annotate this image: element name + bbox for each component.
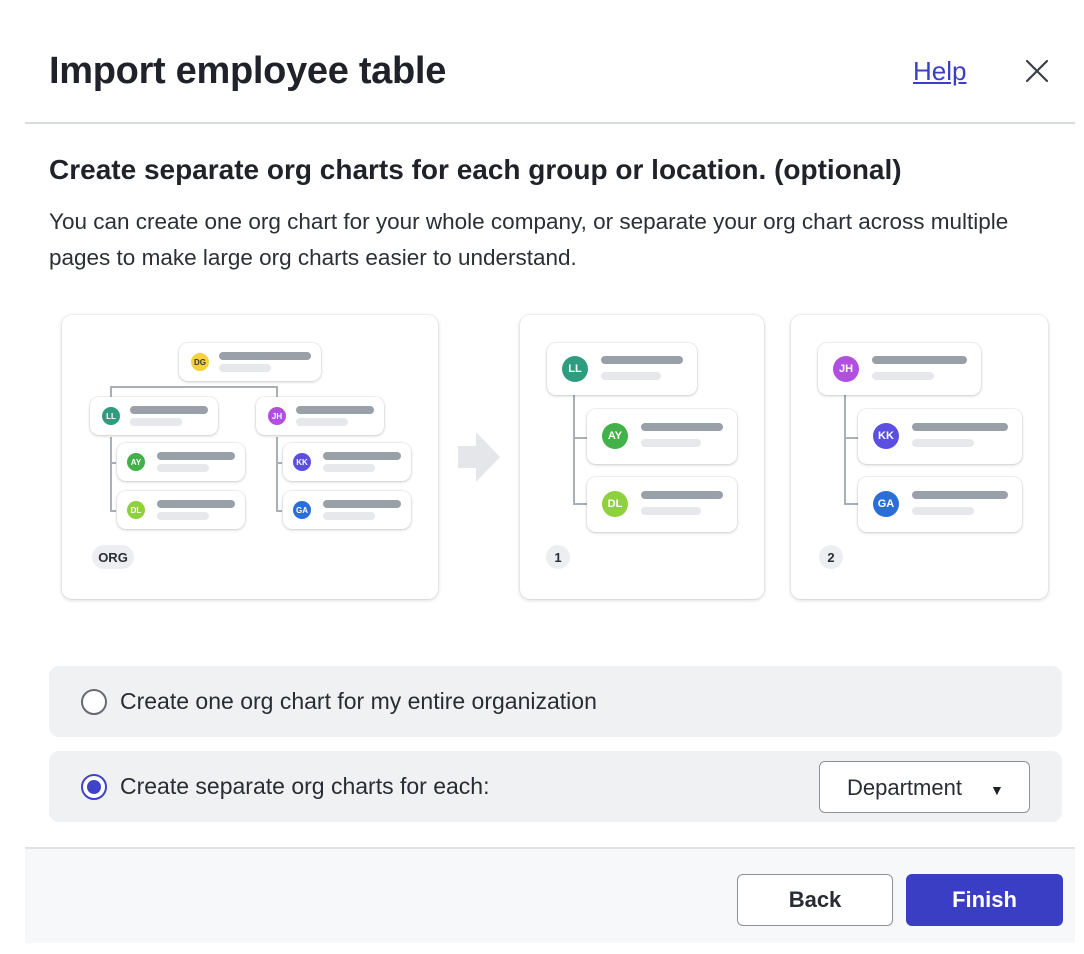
avatar: KK	[293, 453, 311, 471]
avatar: KK	[873, 423, 899, 449]
page1-node-ll: LL	[547, 343, 697, 395]
org-badge: ORG	[92, 545, 134, 569]
avatar: GA	[873, 491, 899, 517]
close-icon[interactable]	[1022, 56, 1052, 86]
page-2-illustration: JH KK GA 2	[791, 315, 1048, 599]
org-node-ay: AY	[117, 443, 245, 481]
page1-node-ay: AY	[587, 409, 737, 464]
avatar: DL	[602, 491, 628, 517]
page-badge: 2	[819, 545, 843, 569]
org-node-jh: JH	[256, 397, 384, 435]
radio-single-chart[interactable]	[81, 689, 107, 715]
dialog-title: Import employee table	[49, 50, 447, 92]
avatar: JH	[268, 407, 286, 425]
page1-node-dl: DL	[587, 477, 737, 532]
group-by-select[interactable]: Department ▼	[819, 761, 1030, 813]
page2-node-kk: KK	[858, 409, 1022, 464]
avatar: DG	[191, 353, 209, 371]
avatar: LL	[102, 407, 120, 425]
arrow-right-icon	[458, 432, 500, 482]
caret-down-icon: ▼	[990, 782, 1004, 798]
option-single-chart[interactable]: Create one org chart for my entire organ…	[49, 666, 1062, 737]
header-divider	[25, 122, 1075, 124]
page2-node-jh: JH	[818, 343, 981, 395]
org-node-dl: DL	[117, 491, 245, 529]
org-node-kk: KK	[283, 443, 411, 481]
page-1-illustration: LL AY DL 1	[520, 315, 764, 599]
avatar: GA	[293, 501, 311, 519]
page-badge: 1	[546, 545, 570, 569]
option-label: Create one org chart for my entire organ…	[120, 688, 597, 714]
radio-separate-charts[interactable]	[81, 774, 107, 800]
org-node-ll: LL	[90, 397, 218, 435]
avatar: DL	[127, 501, 145, 519]
avatar: AY	[127, 453, 145, 471]
org-node-ga: GA	[283, 491, 411, 529]
section-description: You can create one org chart for your wh…	[49, 209, 1009, 270]
avatar: AY	[602, 423, 628, 449]
back-button[interactable]: Back	[737, 874, 893, 926]
dialog-header: Import employee table Help	[0, 0, 1084, 124]
select-value: Department	[847, 775, 962, 800]
option-label: Create separate org charts for each:	[120, 773, 490, 799]
page2-node-ga: GA	[858, 477, 1022, 532]
help-link[interactable]: Help	[913, 56, 966, 87]
section-heading: Create separate org charts for each grou…	[49, 154, 902, 185]
org-node-dg: DG	[179, 343, 321, 381]
org-chart-illustration: DG LL JH AY DL KK GA ORG	[62, 315, 438, 599]
avatar: JH	[833, 356, 859, 382]
avatar: LL	[562, 356, 588, 382]
finish-button[interactable]: Finish	[906, 874, 1063, 926]
option-separate-charts[interactable]: Create separate org charts for each: Dep…	[49, 751, 1062, 822]
